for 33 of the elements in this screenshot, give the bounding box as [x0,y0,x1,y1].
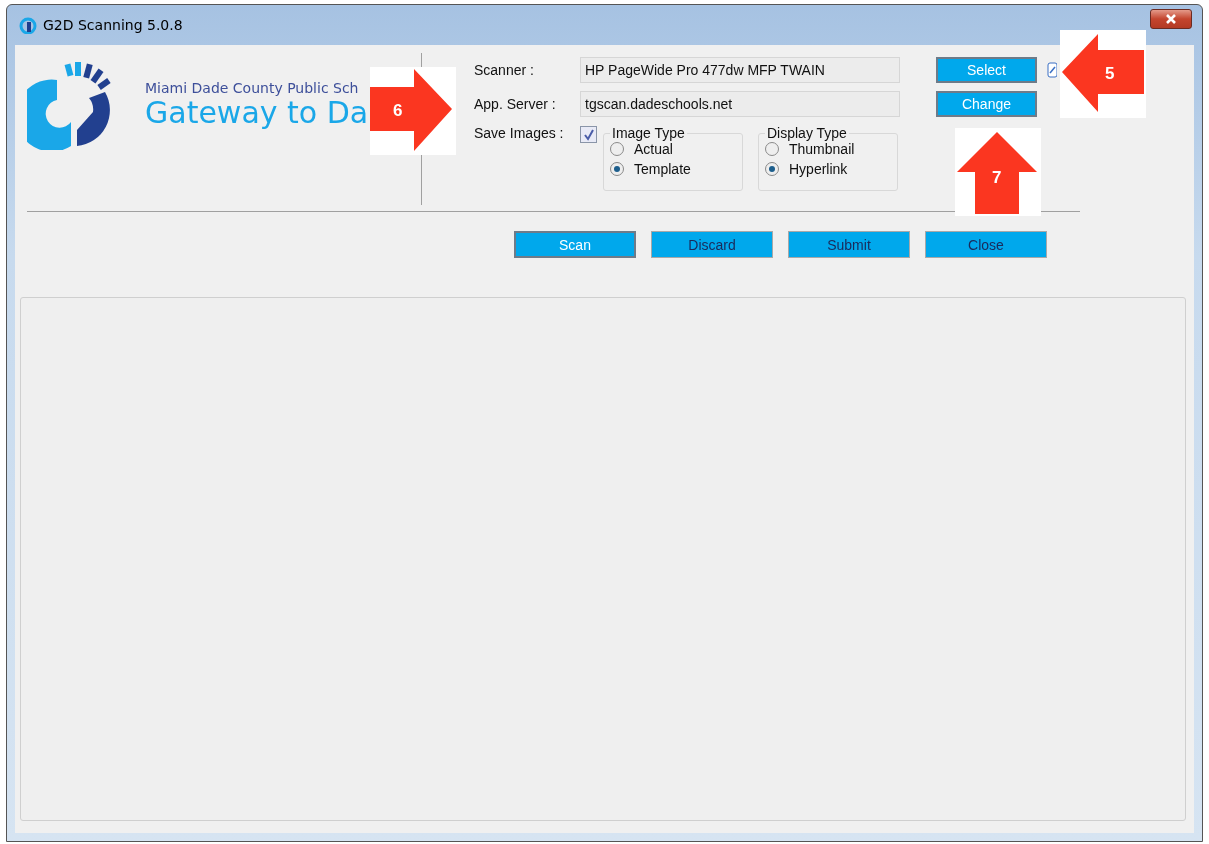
option-label: Thumbnail [789,141,855,157]
action-button[interactable]: Discard [651,231,773,258]
group-title: Display Type [766,125,848,141]
text-field[interactable]: HP PageWide Pro 477dw MFP TWAIN [580,57,900,83]
field-label: App. Server : [474,96,557,112]
radio-button[interactable] [610,142,624,156]
option-label: Template [634,161,691,177]
save-images-label: Save Images : [474,125,565,141]
action-button[interactable]: Submit [788,231,910,258]
arrow-icon [1062,34,1144,112]
group-title: Image Type [611,125,686,141]
window-title: G2D Scanning 5.0.8 [43,17,183,33]
field-label: Scanner : [474,62,535,78]
radio-button[interactable] [765,142,779,156]
action-button[interactable]: Scan [514,231,636,258]
brand-subtitle: Miami Dade County Public Sch [145,80,360,96]
callout-number: 7 [992,168,1002,188]
callout-number: 5 [1105,64,1115,84]
option-label: Actual [634,141,673,157]
radio-button[interactable] [765,162,779,176]
callout-number: 6 [393,101,403,121]
brand-name: Gateway to Da [145,96,369,129]
action-button[interactable]: Close [925,231,1047,258]
app-logo-icon [19,16,37,34]
radio-button[interactable] [610,162,624,176]
option-label: Hyperlink [789,161,848,177]
action-button[interactable]: Change [936,91,1037,117]
checkbox[interactable] [580,126,597,143]
close-button[interactable] [1150,9,1192,29]
text-field[interactable]: tgscan.dadeschools.net [580,91,900,117]
edit-icon [1047,62,1057,78]
action-button[interactable]: Select [936,57,1037,83]
close-icon [1164,14,1178,24]
